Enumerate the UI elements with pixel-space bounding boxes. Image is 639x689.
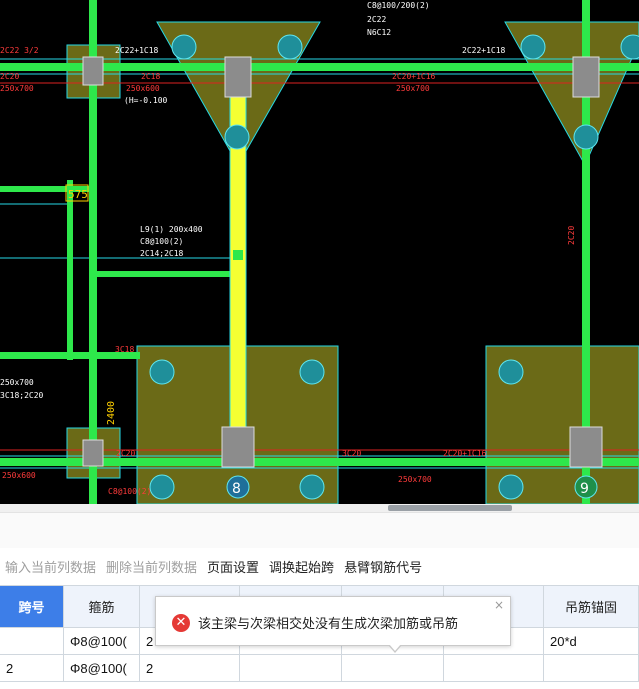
table-cell[interactable]: Φ8@100( bbox=[64, 655, 140, 682]
beam-vertical-secondary[interactable] bbox=[67, 180, 73, 360]
axis-label-8: 8 bbox=[232, 481, 241, 497]
pile-circle bbox=[299, 474, 325, 500]
column-grey bbox=[82, 56, 104, 86]
header-hanger-anchorage[interactable]: 吊筋锚固 bbox=[544, 586, 639, 628]
cad-text: 250x700 bbox=[398, 475, 432, 484]
cad-text: L9(1) 200x400 bbox=[140, 225, 203, 234]
table-cell[interactable]: 20*d bbox=[544, 628, 639, 655]
cad-text: 2C18 bbox=[141, 72, 160, 81]
header-stirrup[interactable]: 箍筋 bbox=[64, 586, 140, 628]
swap-start-span-button[interactable]: 调换起始跨 bbox=[264, 557, 339, 576]
cad-text: 2C22+1C18 bbox=[115, 46, 159, 55]
table-cell[interactable] bbox=[0, 628, 64, 655]
beam-midpoint-marker[interactable] bbox=[233, 250, 243, 260]
cad-text: 2C22 bbox=[367, 15, 386, 24]
cad-dimension: 2400 bbox=[106, 401, 117, 425]
table-cell[interactable]: 2 bbox=[140, 655, 240, 682]
cad-text: C8@100(2) bbox=[108, 487, 151, 496]
cad-text: (H=-0.100 bbox=[124, 96, 168, 105]
horizontal-scrollbar[interactable] bbox=[0, 504, 639, 512]
pile-circle bbox=[149, 359, 175, 385]
beam-horizontal-secondary[interactable] bbox=[96, 271, 236, 277]
cad-text: 250x600 bbox=[2, 471, 36, 480]
tooltip-arrow-inner bbox=[389, 644, 401, 651]
table-cell[interactable] bbox=[240, 655, 342, 682]
cad-text: 2C22+1C18 bbox=[462, 46, 506, 55]
cad-text: C8@100(2) bbox=[140, 237, 183, 246]
table-cell[interactable] bbox=[444, 655, 544, 682]
column-grey bbox=[224, 56, 252, 98]
close-icon[interactable]: × bbox=[494, 598, 504, 612]
pile-circle bbox=[573, 124, 599, 150]
pile-circle bbox=[277, 34, 303, 60]
cad-text: 250x700 bbox=[0, 84, 34, 93]
pile-circle bbox=[171, 34, 197, 60]
cad-drawing-canvas[interactable]: C8@100/200(2) 2C22 N6C12 2C22+1C18 2C22+… bbox=[0, 0, 639, 504]
cad-text: 2C14;2C18 bbox=[140, 249, 184, 258]
cad-text: 250x700 bbox=[396, 84, 430, 93]
delete-column-data-button[interactable]: 删除当前列数据 bbox=[101, 557, 202, 576]
cad-text: 250x600 bbox=[126, 84, 160, 93]
table-row[interactable]: 2 Φ8@100( 2 bbox=[0, 655, 639, 682]
cad-text: 2C20+1C16 bbox=[443, 449, 487, 458]
table-cell[interactable]: Φ8@100( bbox=[64, 628, 140, 655]
pile-circle bbox=[498, 474, 524, 500]
column-grey bbox=[569, 426, 603, 468]
cad-text: 2C22 3/2 bbox=[0, 46, 39, 55]
cad-text: 3C18 bbox=[115, 345, 134, 354]
pile-circle bbox=[149, 474, 175, 500]
cad-drawing-svg[interactable]: C8@100/200(2) 2C22 N6C12 2C22+1C18 2C22+… bbox=[0, 0, 639, 504]
table-cell[interactable] bbox=[342, 655, 444, 682]
column-grey bbox=[572, 56, 600, 98]
cantilever-rebar-code-button[interactable]: 悬臂钢筋代号 bbox=[339, 557, 427, 576]
error-tooltip: ✕ 该主梁与次梁相交处没有生成次梁加筋或吊筋 × bbox=[155, 596, 511, 646]
pile-circle bbox=[224, 124, 250, 150]
pile-circle bbox=[520, 34, 546, 60]
column-grey bbox=[221, 426, 255, 468]
error-icon: ✕ bbox=[172, 614, 190, 632]
column-grey bbox=[82, 439, 104, 467]
scrollbar-thumb[interactable] bbox=[388, 505, 512, 511]
cad-text: 2C20 bbox=[567, 226, 576, 245]
cad-text: 2C20 bbox=[116, 449, 135, 458]
panel-splitter bbox=[0, 512, 639, 549]
cad-text: 250x700 bbox=[0, 378, 34, 387]
table-toolbar: 输入当前列数据 删除当前列数据 页面设置 调换起始跨 悬臂钢筋代号 bbox=[0, 548, 639, 584]
cad-text: 3C20 bbox=[342, 449, 361, 458]
page-setup-button[interactable]: 页面设置 bbox=[202, 557, 264, 576]
axis-label-9: 9 bbox=[580, 481, 589, 497]
input-column-data-button[interactable]: 输入当前列数据 bbox=[0, 557, 101, 576]
table-cell[interactable]: 2 bbox=[0, 655, 64, 682]
cad-text: 2C20 bbox=[0, 72, 19, 81]
table-cell[interactable] bbox=[544, 655, 639, 682]
cad-dimension: 575 bbox=[68, 188, 88, 201]
header-span-number[interactable]: 跨号 bbox=[0, 586, 64, 628]
error-message: 该主梁与次梁相交处没有生成次梁加筋或吊筋 bbox=[198, 616, 459, 631]
cad-text: N6C12 bbox=[367, 28, 391, 37]
cad-text: 3C18;2C20 bbox=[0, 391, 44, 400]
cad-text: C8@100/200(2) bbox=[367, 1, 430, 10]
pile-circle bbox=[498, 359, 524, 385]
cad-text: 2C20+1C16 bbox=[392, 72, 436, 81]
pile-circle bbox=[299, 359, 325, 385]
